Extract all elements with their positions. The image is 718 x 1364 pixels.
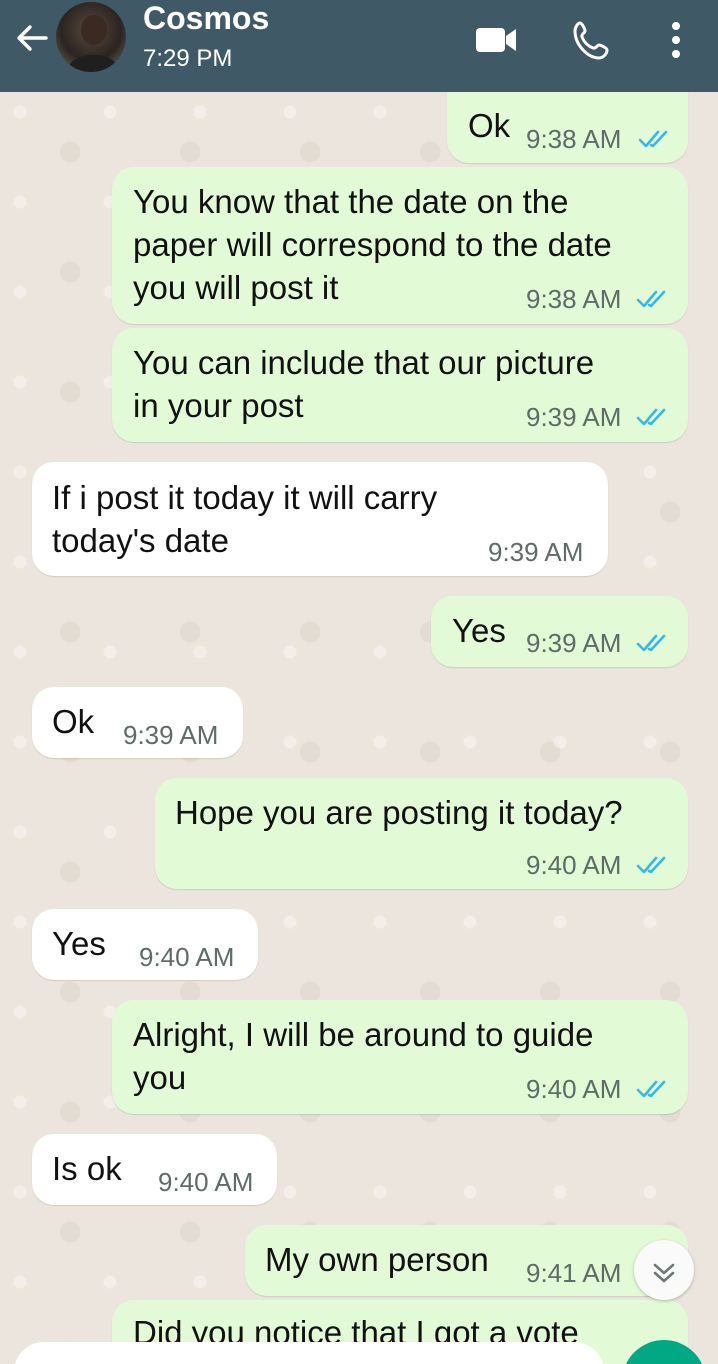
message-text: If i post it today it will carry today's… (52, 479, 438, 559)
scroll-down-icon (653, 1263, 675, 1283)
message-time: 9:41 AM (526, 1258, 622, 1288)
incoming-message[interactable]: Yes 9:40 AM (32, 909, 258, 980)
double-check-icon (638, 130, 668, 148)
message-time: 9:39 AM (526, 402, 622, 432)
chat-header: Cosmos 7:29 PM (0, 0, 718, 92)
video-call-icon[interactable] (474, 18, 518, 62)
message-time: 9:39 AM (123, 720, 219, 750)
message-time: 9:38 AM (526, 124, 622, 154)
incoming-message[interactable]: Ok 9:39 AM (32, 687, 243, 758)
message-text: Is ok (52, 1150, 122, 1187)
back-arrow-icon[interactable] (14, 20, 50, 56)
message-text: Ok (52, 703, 95, 740)
double-check-icon (636, 634, 666, 652)
double-check-icon (636, 1080, 666, 1098)
message-time: 9:38 AM (526, 284, 622, 314)
message-text: Hope you are posting it today? (175, 794, 623, 831)
message-time: 9:39 AM (488, 537, 584, 567)
more-vert-icon[interactable] (654, 18, 698, 62)
message-input[interactable] (14, 1342, 604, 1364)
message-time: 9:40 AM (139, 942, 235, 972)
message-time: 9:39 AM (526, 628, 622, 658)
message-text: Yes (452, 612, 506, 649)
outgoing-message[interactable]: Yes 9:39 AM (431, 596, 688, 667)
message-text: My own person (265, 1241, 489, 1278)
message-time: 9:40 AM (526, 850, 622, 880)
outgoing-message[interactable]: You can include that our picture in your… (112, 328, 688, 442)
incoming-message[interactable]: If i post it today it will carry today's… (32, 462, 608, 576)
avatar[interactable] (56, 2, 126, 72)
outgoing-message[interactable]: Hope you are posting it today? 9:40 AM (155, 778, 688, 889)
message-text: Yes (52, 925, 106, 962)
scroll-to-bottom-button[interactable] (634, 1240, 694, 1300)
contact-name[interactable]: Cosmos (143, 0, 269, 36)
message-text: Ok (468, 107, 511, 144)
outgoing-message[interactable]: Alright, I will be around to guide you 9… (112, 1000, 688, 1114)
outgoing-message[interactable]: You know that the date on the paper will… (112, 167, 688, 324)
message-time: 9:40 AM (158, 1167, 254, 1197)
last-seen-status: 7:29 PM (143, 45, 233, 72)
message-time: 9:40 AM (526, 1074, 622, 1104)
double-check-icon (636, 408, 666, 426)
incoming-message[interactable]: Is ok 9:40 AM (32, 1134, 277, 1205)
double-check-icon (636, 856, 666, 874)
message-text: Alright, I will be around to guide you (133, 1016, 594, 1096)
message-text: You can include that our picture in your… (133, 344, 595, 424)
double-check-icon (636, 290, 666, 308)
outgoing-message[interactable]: Ok 9:38 AM (447, 92, 688, 163)
phone-icon[interactable] (571, 18, 615, 62)
outgoing-message[interactable]: My own person 9:41 AM (245, 1225, 688, 1296)
